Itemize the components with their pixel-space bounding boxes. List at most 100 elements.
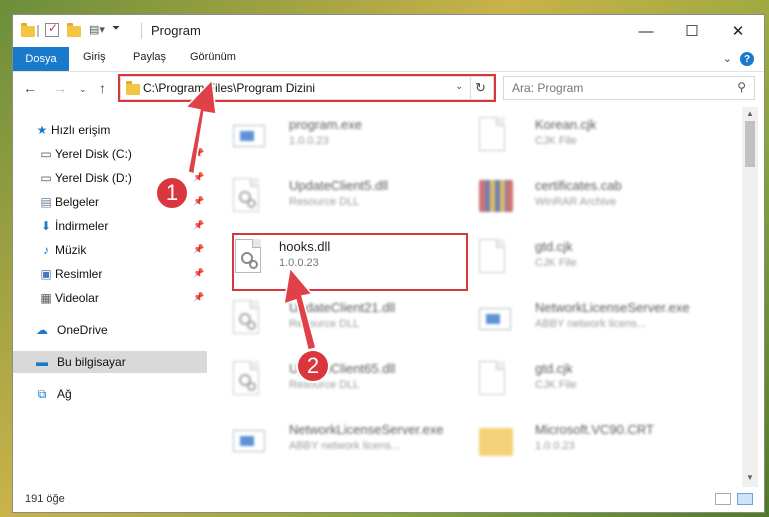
navigation-pane: ★ Hızlı erişim ▭ Yerel Disk (C:) 📌 ▭ Yer… bbox=[13, 111, 207, 481]
file-name: UpdateClient5.dll bbox=[289, 178, 389, 193]
file-item[interactable]: UpdateClient21.dll Resource DLL bbox=[209, 290, 439, 342]
file-item[interactable]: NetworkLicenseServer.exe ABBY network li… bbox=[455, 290, 690, 342]
file-item[interactable]: Korean.cjk CJK File bbox=[455, 107, 685, 159]
sidebar-item-label: Resimler bbox=[55, 267, 103, 281]
sidebar-item-label: Videolar bbox=[55, 291, 99, 305]
search-icon[interactable]: ⚲ bbox=[737, 80, 746, 94]
step-2-badge: 2 bbox=[296, 349, 330, 383]
separator bbox=[141, 23, 142, 39]
drive-icon: ▭ bbox=[40, 147, 52, 161]
dll-icon bbox=[233, 361, 263, 399]
search-placeholder[interactable]: Ara: Program bbox=[512, 81, 583, 95]
quick-access-dropdown-icon[interactable]: ⏷ bbox=[112, 23, 122, 39]
sidebar-item-quick-access[interactable]: ★ Hızlı erişim bbox=[13, 119, 207, 141]
tab-share[interactable]: Paylaş bbox=[133, 51, 166, 63]
star-icon: ★ bbox=[36, 123, 48, 137]
file-detail: CJK File bbox=[535, 257, 577, 269]
customize-icon[interactable]: ▤▾ bbox=[89, 23, 107, 39]
drive-icon: ▭ bbox=[40, 171, 52, 185]
recent-dropdown-icon[interactable]: ⌄ bbox=[79, 84, 87, 95]
properties-icon[interactable]: ✓ bbox=[45, 21, 59, 37]
sidebar-item-pictures[interactable]: ▣ Resimler 📌 bbox=[13, 263, 207, 285]
scroll-down-icon[interactable]: ▼ bbox=[744, 473, 756, 485]
minimize-button[interactable]: — bbox=[623, 15, 669, 47]
exe-icon bbox=[233, 117, 265, 155]
sidebar-item-label: Müzik bbox=[55, 243, 87, 257]
file-icon bbox=[479, 117, 509, 155]
sidebar-item-label: Yerel Disk (D:) bbox=[55, 171, 132, 185]
file-item[interactable]: Microsoft.VC90.CRT 1.0.0.23 bbox=[455, 412, 685, 464]
chevron-down-icon[interactable]: ⌄ bbox=[723, 52, 732, 65]
sidebar-item-label: İndirmeler bbox=[55, 219, 109, 233]
sidebar-item-disk-c[interactable]: ▭ Yerel Disk (C:) 📌 bbox=[13, 143, 207, 165]
separator bbox=[37, 25, 39, 37]
file-detail: Resource DLL bbox=[289, 196, 360, 208]
dll-icon bbox=[233, 300, 263, 338]
file-name: Microsoft.VC90.CRT bbox=[535, 422, 654, 437]
file-name: NetworkLicenseServer.exe bbox=[535, 300, 690, 315]
scrollbar-thumb[interactable] bbox=[745, 121, 755, 167]
file-item[interactable]: certificates.cab WinRAR Archive bbox=[455, 168, 685, 220]
vertical-scrollbar[interactable]: ▲ ▼ bbox=[742, 107, 758, 487]
tab-view[interactable]: Görünüm bbox=[190, 51, 236, 63]
pin-icon[interactable]: 📌 bbox=[193, 292, 204, 303]
maximize-button[interactable]: ☐ bbox=[669, 15, 715, 47]
computer-icon: ▬ bbox=[36, 355, 48, 369]
file-detail: ABBY network licens... bbox=[289, 440, 401, 452]
file-detail: ABBY network licens... bbox=[535, 318, 647, 330]
sidebar-item-downloads[interactable]: ⬇ İndirmeler 📌 bbox=[13, 215, 207, 237]
pin-icon[interactable]: 📌 bbox=[193, 148, 204, 159]
sidebar-item-videos[interactable]: ▦ Videolar 📌 bbox=[13, 287, 207, 309]
large-icons-view-icon[interactable] bbox=[737, 493, 753, 505]
file-detail: 1.0.0.23 bbox=[535, 440, 575, 452]
help-button[interactable]: ? bbox=[740, 52, 754, 66]
file-detail: CJK File bbox=[535, 135, 577, 147]
status-bar: 191 öğe bbox=[13, 488, 764, 512]
exe-icon bbox=[233, 422, 265, 460]
sidebar-item-onedrive[interactable]: ☁ OneDrive bbox=[13, 319, 207, 341]
folder-icon[interactable] bbox=[21, 23, 35, 39]
file-icon bbox=[479, 361, 509, 399]
videos-icon: ▦ bbox=[40, 291, 52, 305]
file-item[interactable]: NetworkLicenseServer.exe ABBY network li… bbox=[209, 412, 444, 464]
pin-icon[interactable]: 📌 bbox=[193, 172, 204, 183]
sidebar-item-this-pc[interactable]: ▬ Bu bilgisayar bbox=[13, 351, 207, 373]
sidebar-item-music[interactable]: ♪ Müzik 📌 bbox=[13, 239, 207, 261]
file-list: program.exe 1.0.0.23 Korean.cjk CJK File… bbox=[209, 107, 743, 487]
file-name: Korean.cjk bbox=[535, 117, 597, 132]
pin-icon[interactable]: 📌 bbox=[193, 196, 204, 207]
up-arrow-icon[interactable]: ↑ bbox=[99, 80, 106, 96]
details-view-icon[interactable] bbox=[715, 493, 731, 505]
forward-arrow-icon[interactable]: → bbox=[53, 80, 67, 96]
documents-icon: ▤ bbox=[40, 195, 52, 209]
music-icon: ♪ bbox=[43, 243, 49, 257]
file-detail: 1.0.0.23 bbox=[289, 135, 329, 147]
sidebar-item-label: Bu bilgisayar bbox=[57, 355, 126, 369]
file-item[interactable]: gtd.cjk CJK File bbox=[455, 229, 685, 281]
file-icon bbox=[479, 239, 509, 277]
sidebar-item-label: Hızlı erişim bbox=[51, 123, 111, 137]
file-item[interactable]: UpdateClient5.dll Resource DLL bbox=[209, 168, 439, 220]
dll-icon bbox=[233, 178, 263, 216]
file-name: UpdateClient21.dll bbox=[289, 300, 396, 315]
ribbon: Dosya Giriş Paylaş Görünüm ⌄ ? bbox=[13, 47, 764, 72]
back-arrow-icon[interactable]: ← bbox=[23, 80, 37, 96]
folder-icon bbox=[479, 422, 513, 460]
file-item[interactable]: program.exe 1.0.0.23 bbox=[209, 107, 439, 159]
close-button[interactable]: ✕ bbox=[715, 15, 761, 47]
winrar-archive-icon bbox=[479, 178, 513, 216]
cloud-icon: ☁ bbox=[36, 323, 48, 337]
title-bar: ✓ ▤▾ ⏷ Program — ☐ ✕ bbox=[13, 15, 764, 47]
tab-file[interactable]: Dosya bbox=[13, 47, 69, 71]
pin-icon[interactable]: 📌 bbox=[193, 268, 204, 279]
pin-icon[interactable]: 📌 bbox=[193, 220, 204, 231]
sidebar-item-network[interactable]: ⧉ Ağ bbox=[13, 383, 207, 405]
file-item[interactable]: gtd.cjk CJK File bbox=[455, 351, 685, 403]
pin-icon[interactable]: 📌 bbox=[193, 244, 204, 255]
scroll-up-icon[interactable]: ▲ bbox=[744, 109, 756, 121]
tab-home[interactable]: Giriş bbox=[83, 51, 106, 63]
new-folder-icon[interactable] bbox=[67, 23, 81, 39]
explorer-window: ✓ ▤▾ ⏷ Program — ☐ ✕ Dosya Giriş Paylaş … bbox=[12, 14, 765, 513]
search-input[interactable]: Ara: Program ⚲ bbox=[503, 76, 755, 100]
file-highlight bbox=[232, 233, 468, 291]
